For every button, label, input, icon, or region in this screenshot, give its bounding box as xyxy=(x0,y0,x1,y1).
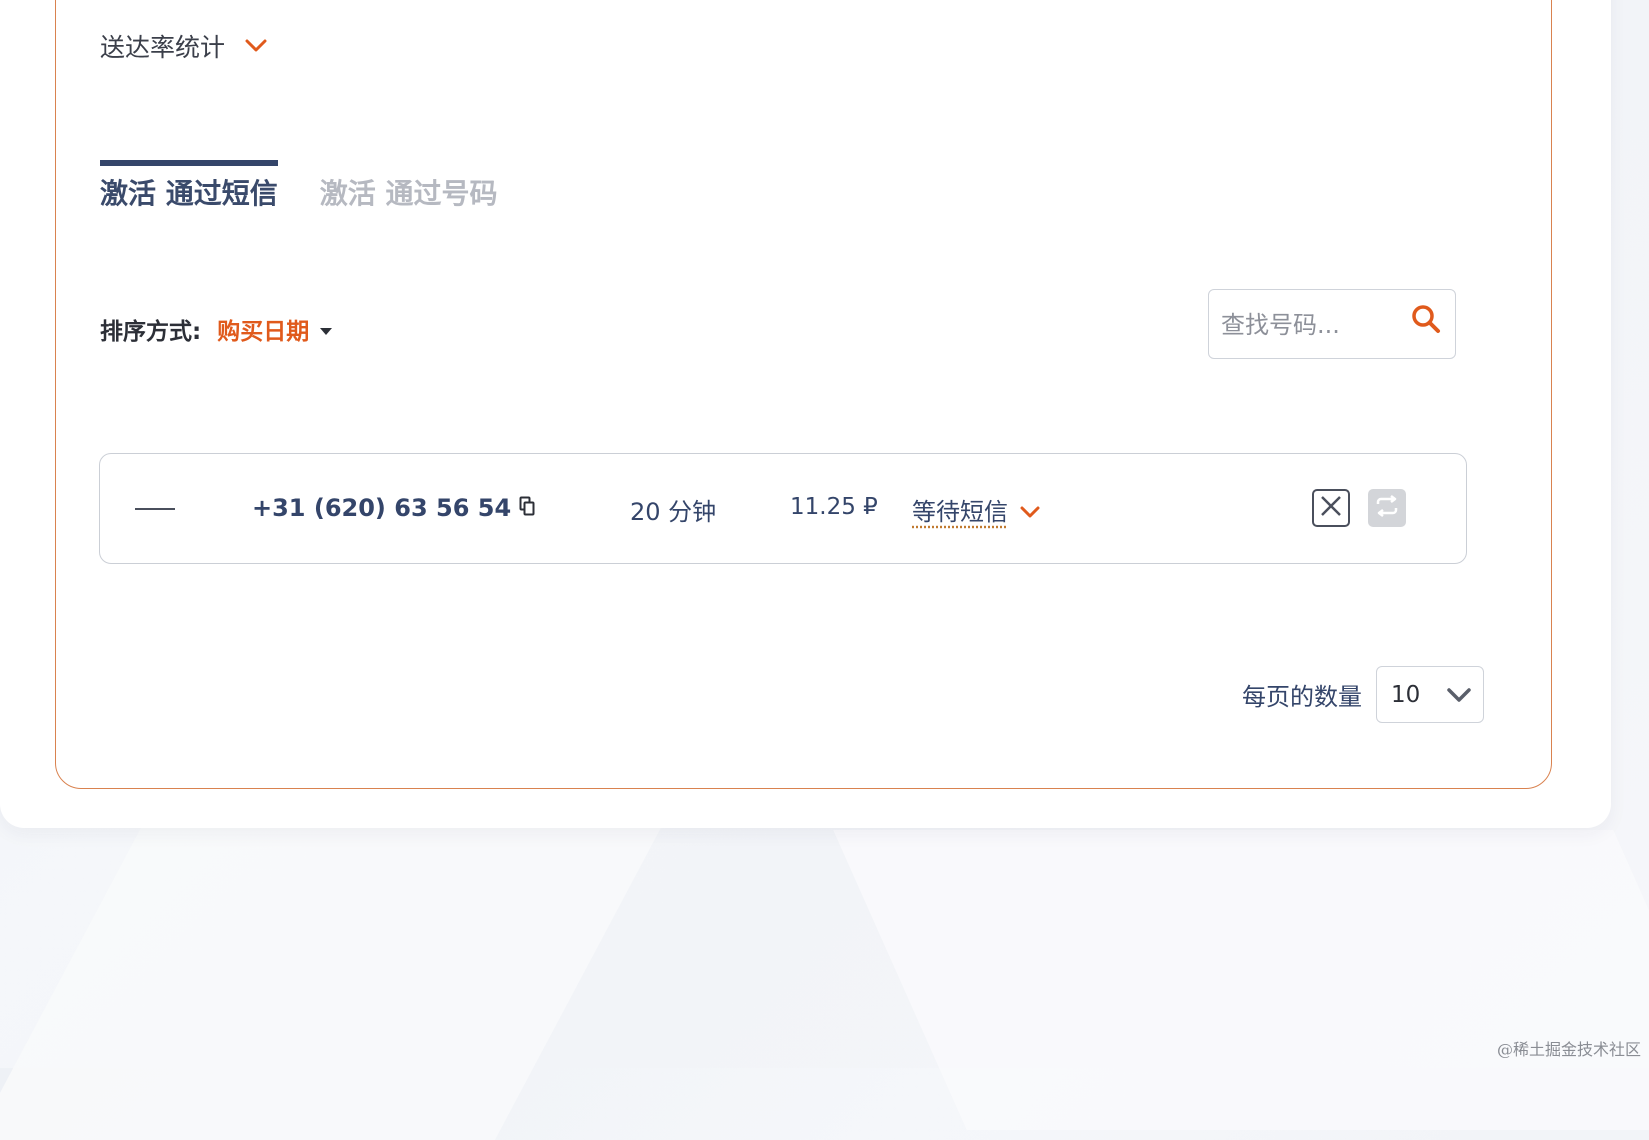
delivery-stats-toggle[interactable]: 送达率统计 xyxy=(100,28,267,64)
phone-number: +31 (620) 63 56 54 xyxy=(252,494,511,522)
status-text: 等待短信 xyxy=(912,492,1008,527)
sort-dropdown[interactable]: 购买日期 xyxy=(217,312,333,346)
activation-tabs: 激活 通过短信 激活 通过号码 xyxy=(100,160,498,212)
service-placeholder-dash xyxy=(135,508,175,510)
activation-row: +31 (620) 63 56 54 20 分钟 11.25 ₽ 等待短信 xyxy=(99,453,1467,564)
remaining-time: 20 分钟 xyxy=(630,492,716,527)
status-dropdown[interactable]: 等待短信 xyxy=(912,492,1040,527)
copy-icon[interactable] xyxy=(519,494,535,522)
search-icon[interactable] xyxy=(1411,304,1441,338)
tab-number-activation[interactable]: 激活 通过号码 xyxy=(320,160,498,212)
sort-control: 排序方式: 购买日期 xyxy=(100,312,333,346)
sort-label: 排序方式: xyxy=(100,312,201,346)
close-icon xyxy=(1319,494,1343,522)
per-page-label: 每页的数量 xyxy=(1242,677,1362,712)
background-shape xyxy=(0,820,665,1140)
search-input[interactable] xyxy=(1219,304,1403,346)
chevron-down-icon xyxy=(1447,682,1471,708)
tab-sms-activation[interactable]: 激活 通过短信 xyxy=(100,160,278,212)
repeat-icon xyxy=(1374,495,1400,521)
caret-down-icon xyxy=(319,316,333,342)
search-box xyxy=(1208,289,1456,359)
per-page-control: 每页的数量 10 xyxy=(1242,666,1484,723)
activation-price: 11.25 ₽ xyxy=(790,494,878,520)
background-shape xyxy=(833,830,1649,1130)
per-page-select[interactable]: 10 xyxy=(1376,666,1484,723)
sort-value: 购买日期 xyxy=(217,312,309,346)
repeat-activation-button[interactable] xyxy=(1368,489,1406,527)
watermark: @稀土掘金技术社区 xyxy=(1497,1036,1641,1060)
phone-number-cell: +31 (620) 63 56 54 xyxy=(252,494,535,522)
cancel-activation-button[interactable] xyxy=(1312,489,1350,527)
chevron-down-icon xyxy=(245,39,267,53)
per-page-value: 10 xyxy=(1391,682,1420,708)
chevron-down-icon xyxy=(1020,496,1040,524)
delivery-stats-title: 送达率统计 xyxy=(100,28,225,64)
